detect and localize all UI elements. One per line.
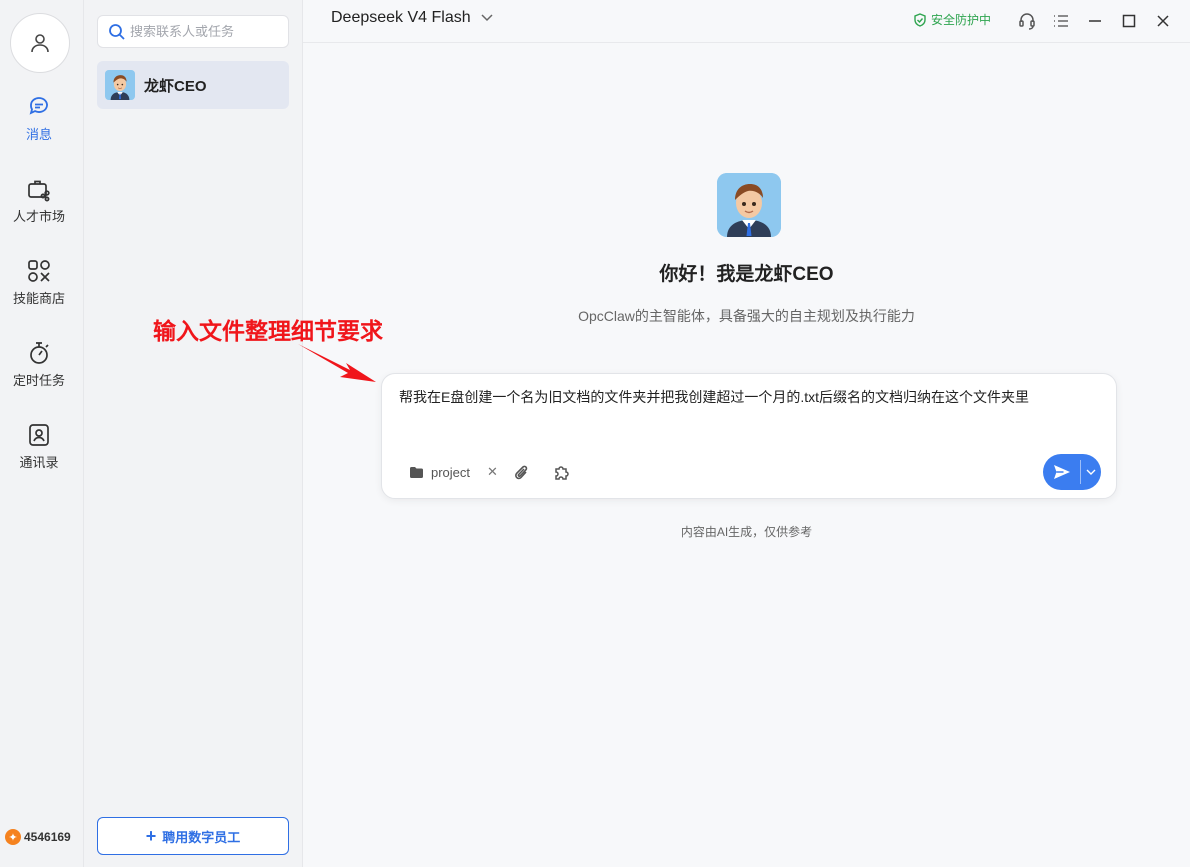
nav-messages-label: 消息: [25, 127, 52, 142]
search-input[interactable]: [130, 24, 280, 39]
puzzle-icon: [555, 466, 569, 480]
briefcase-share-icon: [26, 176, 52, 202]
search-icon: [109, 23, 125, 40]
chat-main: Deepseek V4 Flash 安全防护中 你好！我是龙虾CEO OpcCl…: [153, 0, 1190, 867]
folder-chip[interactable]: project ✕: [409, 464, 498, 480]
hire-digital-employee-button[interactable]: + 聘用数字员工: [97, 817, 289, 855]
send-icon[interactable]: [1043, 454, 1080, 490]
chat-icon: [26, 94, 52, 120]
list-icon: [1054, 15, 1068, 27]
nav-contacts-label: 通讯录: [19, 455, 59, 470]
nav-messages[interactable]: 消息: [0, 94, 78, 143]
hero-title: 你好！我是龙虾CEO: [659, 264, 834, 285]
ai-disclaimer: 内容由AI生成，仅供参考: [680, 525, 813, 539]
send-options-chevron-icon[interactable]: [1081, 454, 1101, 490]
nav-skills-label: 技能商店: [12, 291, 65, 306]
plugin-button[interactable]: [551, 462, 573, 484]
plus-icon: +: [145, 826, 157, 846]
paperclip-icon: [515, 465, 528, 480]
maximize-button[interactable]: [1118, 10, 1140, 32]
ceo-hero-avatar: [717, 173, 781, 237]
points-balance: ✦ 4546169: [5, 829, 71, 845]
send-button[interactable]: [1043, 454, 1101, 490]
message-input[interactable]: 帮我在E盘创建一个名为旧文档的文件夹并把我创建超过一个月的.txt后缀名的文档归…: [399, 387, 1029, 407]
contacts-panel: 龙虾CEO + 聘用数字员工: [84, 0, 303, 867]
chevron-down-icon: [481, 14, 493, 22]
remove-folder-icon[interactable]: ✕: [487, 464, 498, 480]
nav-scheduled-tasks[interactable]: 定时任务: [0, 340, 78, 389]
nav-talent-label: 人才市场: [12, 209, 65, 224]
close-button[interactable]: [1152, 10, 1174, 32]
shapes-icon: [26, 258, 52, 284]
app-window: 消息 人才市场 技能商店 定时任务 通讯录 ✦ 4546169 搜索联系人或任务…: [0, 0, 1190, 867]
nav-contacts[interactable]: 通讯录: [0, 422, 78, 471]
close-icon: [1157, 15, 1169, 27]
security-status: 安全防护中: [913, 11, 991, 28]
annotation-arrow: [298, 344, 376, 382]
minimize-icon: [1089, 20, 1101, 22]
headset-icon: [1019, 13, 1035, 30]
support-headset-button[interactable]: [1016, 10, 1038, 32]
model-selector[interactable]: Deepseek V4 Flash: [331, 9, 493, 27]
attach-button[interactable]: [511, 462, 533, 484]
shield-check-icon: [914, 12, 926, 27]
message-composer[interactable]: 帮我在E盘创建一个名为旧文档的文件夹并把我创建超过一个月的.txt后缀名的文档归…: [381, 373, 1117, 499]
contact-name: 龙虾CEO: [144, 77, 207, 95]
points-value: 4546169: [24, 830, 71, 844]
security-status-label: 安全防护中: [931, 13, 992, 27]
left-nav-rail: 消息 人才市场 技能商店 定时任务 通讯录 ✦ 4546169: [0, 0, 84, 867]
nav-talent-market[interactable]: 人才市场: [0, 176, 78, 225]
minimize-button[interactable]: [1084, 10, 1106, 32]
stopwatch-icon: [26, 340, 52, 366]
hero-subtitle: OpcClaw的主智能体，具备强大的自主规划及执行能力: [578, 308, 915, 324]
search-box[interactable]: [97, 15, 289, 48]
annotation-callout: 输入文件整理细节要求: [153, 318, 383, 344]
maximize-icon: [1122, 14, 1136, 28]
coin-icon: ✦: [5, 829, 21, 845]
top-bar: Deepseek V4 Flash 安全防护中: [303, 0, 1190, 43]
folder-icon: [410, 466, 423, 478]
contact-item-ceo[interactable]: 龙虾CEO: [97, 61, 289, 109]
menu-list-button[interactable]: [1050, 10, 1072, 32]
hire-button-label: 聘用数字员工: [162, 829, 241, 845]
nav-scheduled-label: 定时任务: [12, 373, 65, 388]
user-icon: [31, 34, 49, 53]
ceo-avatar: [105, 70, 135, 100]
user-avatar[interactable]: [10, 13, 70, 73]
folder-chip-label: project: [431, 464, 471, 480]
model-name: Deepseek V4 Flash: [331, 9, 471, 26]
contact-card-icon: [26, 422, 52, 448]
nav-skill-store[interactable]: 技能商店: [0, 258, 78, 307]
